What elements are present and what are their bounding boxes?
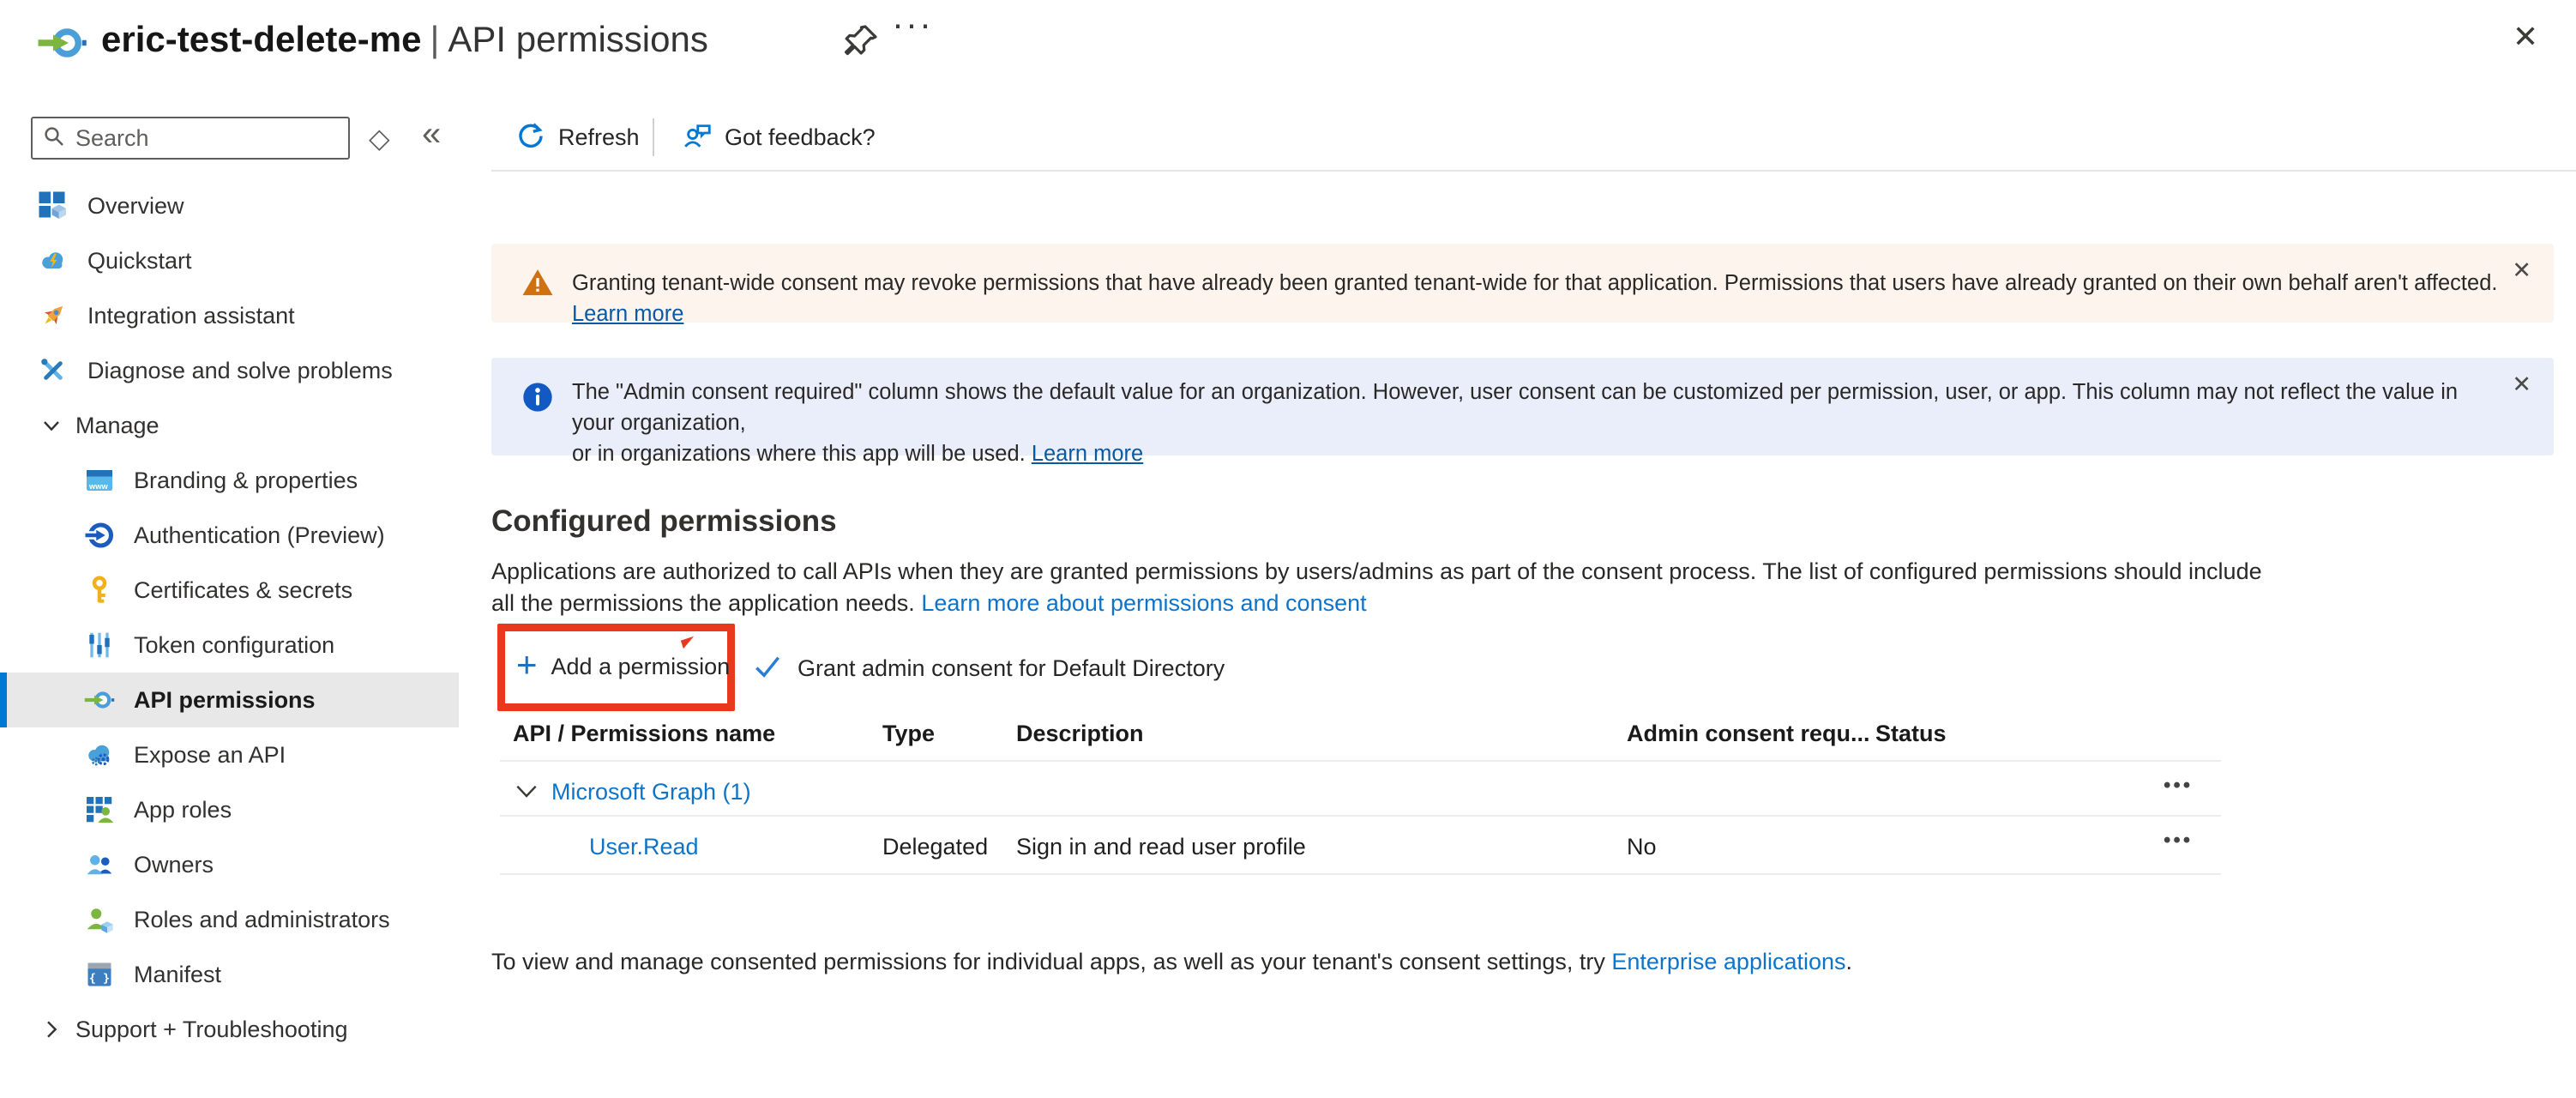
table-divider (500, 815, 2221, 817)
svg-text:www: www (88, 482, 108, 491)
sidebar-item-overview[interactable]: Overview (0, 178, 459, 233)
annotation-cursor-mark (681, 636, 696, 649)
app-roles-icon (84, 794, 115, 825)
api-group-link[interactable]: Microsoft Graph (1) (551, 779, 751, 805)
sort-toggle-icon[interactable]: ◇ (369, 122, 390, 154)
warning-close-icon[interactable]: ✕ (2512, 257, 2531, 284)
feedback-button[interactable]: Got feedback? (682, 120, 876, 155)
grant-admin-consent-button[interactable]: Grant admin consent for Default Director… (751, 650, 1225, 687)
permission-description: Sign in and read user profile (1016, 834, 1306, 860)
info-learn-more-link[interactable]: Learn more (1032, 442, 1143, 466)
blade-close-icon[interactable]: ✕ (2507, 14, 2543, 60)
app-registration-icon (36, 17, 87, 69)
row-menu-icon[interactable]: ••• (2164, 829, 2224, 853)
configured-permissions-description: Applications are authorized to call APIs… (491, 556, 2262, 619)
sidebar-item-quickstart[interactable]: Quickstart (0, 233, 459, 288)
col-header-admin-consent[interactable]: Admin consent requ... (1627, 721, 1870, 747)
page-name: API permissions (448, 19, 707, 59)
configured-permissions-heading: Configured permissions (491, 504, 837, 539)
sidebar-item-branding[interactable]: www Branding & properties (0, 453, 459, 508)
col-header-description[interactable]: Description (1016, 721, 1144, 747)
info-close-icon[interactable]: ✕ (2512, 371, 2531, 398)
chevron-down-icon (38, 412, 65, 439)
sidebar-item-integration-assistant[interactable]: Integration assistant (0, 288, 459, 343)
sidebar-item-owners[interactable]: Owners (0, 837, 459, 892)
table-divider (500, 760, 2221, 762)
table-divider (500, 873, 2221, 875)
api-permissions-blade: eric-test-delete-me|API permissions ··· … (0, 0, 2576, 1098)
add-permission-button[interactable]: + Add a permission (516, 650, 730, 683)
title-separator: | (421, 19, 448, 59)
plus-icon: + (516, 647, 538, 683)
diagnose-tools-icon (38, 355, 69, 386)
sidebar-item-authentication[interactable]: Authentication (Preview) (0, 508, 459, 563)
permissions-consent-link[interactable]: Learn more about permissions and consent (921, 590, 1366, 616)
api-permissions-icon (84, 685, 115, 715)
sidebar-group-manage[interactable]: Manage (0, 398, 459, 453)
warning-icon (521, 266, 555, 300)
info-banner: The "Admin consent required" column show… (491, 358, 2554, 455)
command-bar: Refresh Got feedback? (491, 112, 2576, 172)
page-title: eric-test-delete-me|API permissions (101, 19, 708, 60)
integration-assistant-icon (38, 300, 69, 331)
col-header-status[interactable]: Status (1875, 721, 1947, 747)
refresh-icon (515, 120, 546, 155)
branding-icon: www (84, 465, 115, 496)
sidebar-item-token-configuration[interactable]: Token configuration (0, 618, 459, 673)
collapse-sidebar-icon[interactable]: « (422, 115, 441, 154)
token-configuration-icon (84, 630, 115, 661)
refresh-button[interactable]: Refresh (515, 120, 640, 155)
footer-note: To view and manage consented permissions… (491, 949, 1852, 975)
more-actions-icon[interactable]: ··· (892, 3, 933, 45)
manifest-icon: { } (84, 959, 115, 990)
warning-learn-more-link[interactable]: Learn more (572, 302, 683, 326)
permission-type: Delegated (882, 834, 988, 860)
sidebar-item-roles-administrators[interactable]: Roles and administrators (0, 892, 459, 947)
warning-text: Granting tenant-wide consent may revoke … (572, 268, 2502, 323)
pin-icon[interactable] (840, 21, 882, 62)
svg-text:{ }: { } (89, 971, 110, 985)
expand-chevron-icon[interactable] (513, 777, 540, 805)
permission-link[interactable]: User.Read (589, 834, 699, 860)
col-header-name[interactable]: API / Permissions name (513, 721, 775, 747)
search-input[interactable] (75, 125, 324, 152)
search-box[interactable] (31, 117, 350, 160)
row-menu-icon[interactable]: ••• (2164, 774, 2224, 798)
app-name: eric-test-delete-me (101, 19, 421, 59)
check-icon (751, 650, 784, 687)
sidebar-item-manifest[interactable]: { } Manifest (0, 947, 459, 1002)
expose-api-icon (84, 739, 115, 770)
sidebar-item-expose-api[interactable]: Expose an API (0, 727, 459, 782)
chevron-right-icon (38, 1016, 65, 1043)
overview-icon (38, 190, 69, 221)
sidebar-item-certificates[interactable]: Certificates & secrets (0, 563, 459, 618)
permissions-table: API / Permissions name Type Description … (491, 712, 2221, 875)
sidebar-item-api-permissions[interactable]: API permissions (0, 673, 459, 727)
sidebar-group-support-troubleshooting[interactable]: Support + Troubleshooting (0, 1002, 459, 1057)
certificates-key-icon (84, 575, 115, 606)
info-text: The "Admin consent required" column show… (572, 377, 2502, 455)
search-icon (41, 124, 67, 154)
col-header-type[interactable]: Type (882, 721, 935, 747)
sidebar-item-app-roles[interactable]: App roles (0, 782, 459, 837)
permission-admin-consent: No (1627, 834, 1657, 860)
info-icon (521, 380, 555, 414)
enterprise-applications-link[interactable]: Enterprise applications (1611, 949, 1845, 974)
command-divider (653, 118, 654, 156)
feedback-icon (682, 120, 713, 155)
sidebar-item-diagnose[interactable]: Diagnose and solve problems (0, 343, 459, 398)
warning-banner: Granting tenant-wide consent may revoke … (491, 244, 2554, 323)
quickstart-icon (38, 245, 69, 276)
owners-icon (84, 849, 115, 880)
authentication-icon (84, 520, 115, 551)
sidebar: ◇ « Overview Quickstart Integration assi… (0, 103, 480, 1098)
roles-administrators-icon (84, 904, 115, 935)
